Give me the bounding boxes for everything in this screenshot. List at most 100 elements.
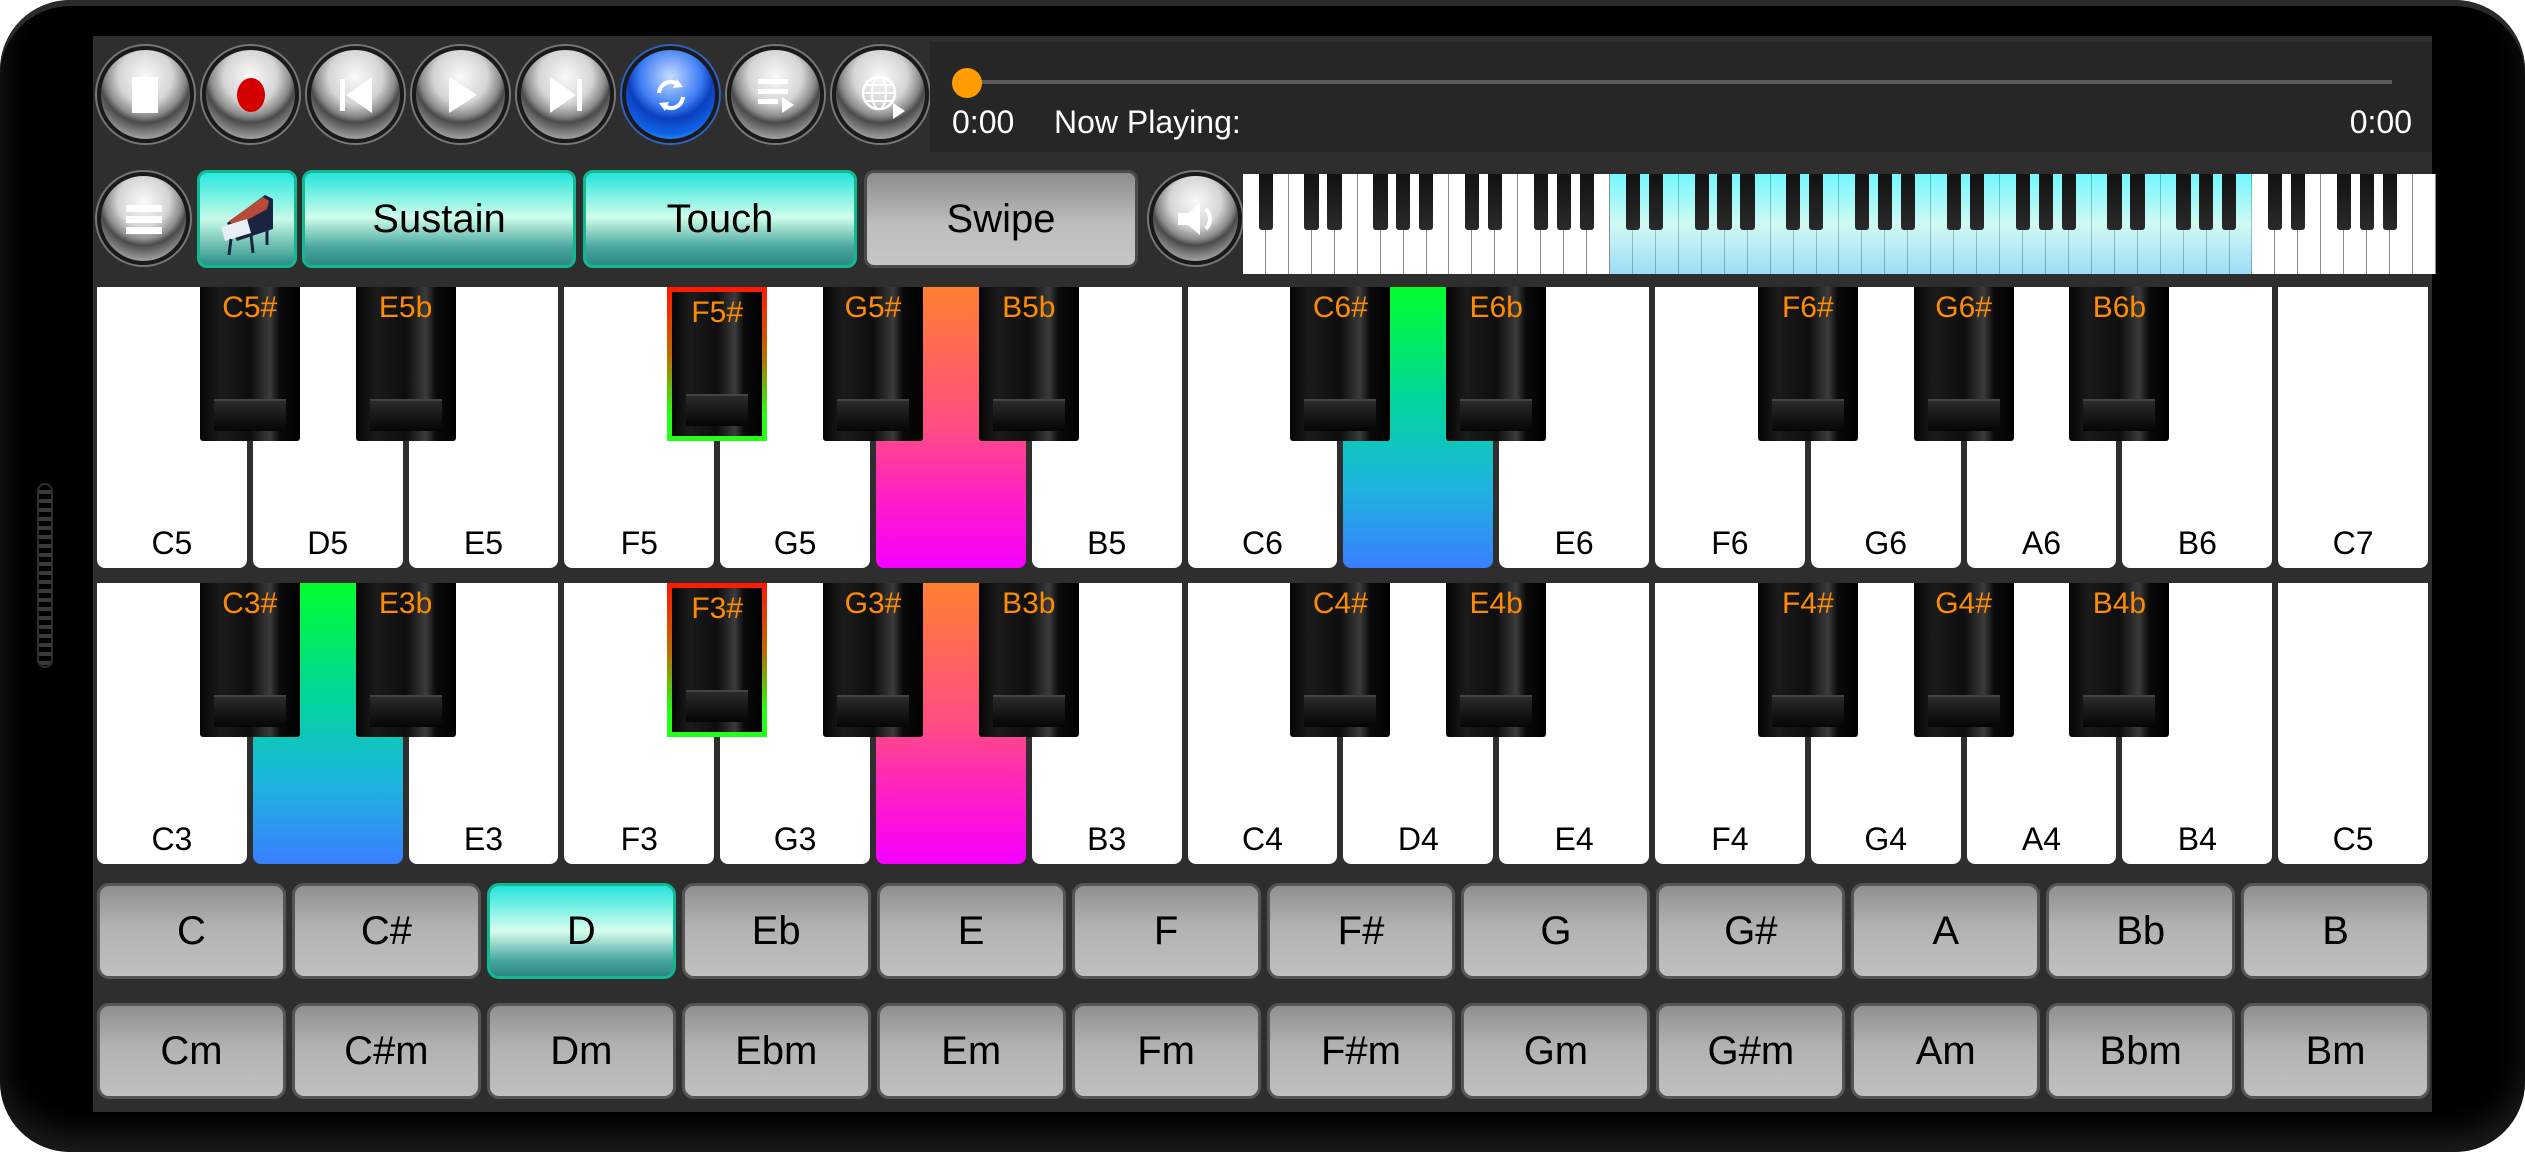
chord-button-Csharpm[interactable]: C#m — [291, 1003, 481, 1099]
key-label: B3b — [1002, 587, 1056, 620]
mini-black-key — [1946, 174, 1962, 230]
time-total: 0:00 — [2349, 104, 2412, 140]
chord-button-D[interactable]: D — [486, 883, 676, 979]
chord-button-G[interactable]: G — [1461, 883, 1651, 979]
chord-button-Ebm[interactable]: Ebm — [681, 1003, 871, 1099]
chord-button-F[interactable]: F — [1071, 883, 1261, 979]
chord-button-Gsharp[interactable]: G# — [1656, 883, 1846, 979]
progress-knob[interactable] — [952, 68, 982, 98]
touch-toggle[interactable]: Touch — [583, 170, 857, 268]
black-key-E5b[interactable]: E5b — [355, 287, 456, 441]
keyboard-upper: C5 D5 E5 F5 G5 A5 B5 C6 D6 E6 F6 G6 A6 B6 C7 C5# E5b F5# G… — [97, 287, 2428, 568]
white-key-C5[interactable]: C5 — [2278, 583, 2428, 864]
chord-button-C[interactable]: C — [97, 883, 286, 979]
black-key-B4b[interactable]: B4b — [2069, 583, 2170, 737]
key-label: G5# — [844, 291, 902, 324]
black-key-E6b[interactable]: E6b — [1446, 287, 1547, 441]
playlist-button[interactable] — [727, 46, 824, 143]
time-elapsed: 0:00 — [952, 104, 1015, 140]
chord-button-Fm[interactable]: Fm — [1071, 1003, 1261, 1099]
mini-black-key — [1419, 174, 1434, 230]
chord-button-Bbm[interactable]: Bbm — [2046, 1003, 2236, 1099]
chord-button-Gm[interactable]: Gm — [1461, 1003, 1651, 1099]
chord-button-B[interactable]: B — [2241, 883, 2431, 979]
key-label: G3 — [773, 821, 817, 857]
mini-black-key — [2222, 174, 2237, 230]
playlist-icon — [757, 78, 794, 113]
chord-button-Fsharp[interactable]: F# — [1266, 883, 1456, 979]
chord-button-Am[interactable]: Am — [1851, 1003, 2041, 1099]
key-label: E5 — [463, 525, 504, 561]
progress-track[interactable] — [960, 80, 2392, 84]
stop-button[interactable] — [97, 46, 194, 143]
key-label: G4# — [1935, 587, 1992, 620]
chord-button-Dm[interactable]: Dm — [486, 1003, 676, 1099]
chord-button-Gsharpm[interactable]: G#m — [1656, 1003, 1846, 1099]
chord-button-Eb[interactable]: Eb — [681, 883, 871, 979]
volume-button[interactable] — [1149, 172, 1242, 265]
menu-icon — [125, 204, 162, 234]
skip-forward-icon — [549, 76, 582, 113]
black-key-C5#[interactable]: C5# — [199, 287, 300, 441]
black-key-F5#[interactable]: F5# — [667, 287, 768, 441]
mini-black-key — [1327, 174, 1342, 230]
white-key-C7[interactable]: C7 — [2278, 287, 2428, 568]
instrument-button[interactable] — [197, 170, 297, 268]
chord-button-Bm[interactable]: Bm — [2241, 1003, 2431, 1099]
device-frame: 0:00 Now Playing: 0:00 Sustain Touch Swi… — [0, 0, 2525, 1152]
mini-black-key — [2061, 174, 2076, 230]
next-button[interactable] — [517, 46, 614, 143]
key-label: C6# — [1312, 291, 1368, 324]
record-button[interactable] — [202, 46, 299, 143]
black-key-E4b[interactable]: E4b — [1446, 583, 1547, 737]
swipe-toggle[interactable]: Swipe — [864, 170, 1138, 268]
black-key-B6b[interactable]: B6b — [2069, 287, 2170, 441]
keyboard-range-selector[interactable] — [1243, 174, 2436, 274]
sustain-toggle[interactable]: Sustain — [302, 170, 576, 268]
chord-button-Fsharpm[interactable]: F#m — [1266, 1003, 1456, 1099]
chord-button-A[interactable]: A — [1851, 883, 2041, 979]
black-key-E3b[interactable]: E3b — [355, 583, 456, 737]
previous-button[interactable] — [307, 46, 404, 143]
mini-black-key — [1900, 174, 1916, 230]
online-songs-button[interactable] — [832, 46, 929, 143]
black-key-F4#[interactable]: F4# — [1757, 583, 1858, 737]
mini-black-key — [1740, 174, 1755, 230]
key-label: B4b — [2092, 587, 2147, 620]
mini-black-key — [2015, 174, 2030, 230]
menu-button[interactable] — [97, 172, 190, 265]
chord-button-Cm[interactable]: Cm — [97, 1003, 286, 1099]
black-key-G6#[interactable]: G6# — [1913, 287, 2014, 441]
key-label: D4 — [1397, 821, 1439, 857]
chord-button-Bb[interactable]: Bb — [2046, 883, 2236, 979]
globe-icon — [861, 75, 905, 119]
key-label: F4# — [1781, 587, 1834, 620]
key-label: D3 — [307, 821, 349, 857]
black-key-C3#[interactable]: C3# — [199, 583, 300, 737]
chord-button-E[interactable]: E — [876, 883, 1066, 979]
key-label: F3# — [691, 592, 744, 625]
speaker-icon — [1177, 202, 1212, 235]
black-key-F6#[interactable]: F6# — [1757, 287, 1858, 441]
play-button[interactable] — [412, 46, 509, 143]
key-label: F5 — [620, 525, 658, 561]
mini-black-key — [1625, 174, 1640, 230]
mini-black-key — [1465, 174, 1480, 230]
black-key-C4#[interactable]: C4# — [1290, 583, 1391, 737]
grand-piano-icon — [221, 195, 273, 256]
mini-black-key — [1786, 174, 1801, 230]
key-label: C4 — [1242, 821, 1283, 857]
key-label: E3 — [463, 821, 504, 857]
chord-button-Csharp[interactable]: C# — [291, 883, 481, 979]
key-label: D6 — [1397, 525, 1439, 561]
black-key-C6#[interactable]: C6# — [1290, 287, 1391, 441]
black-key-G3#[interactable]: G3# — [823, 583, 923, 737]
black-key-B3b[interactable]: B3b — [978, 583, 1079, 737]
black-key-G4#[interactable]: G4# — [1913, 583, 2014, 737]
key-label: F3 — [620, 821, 658, 857]
loop-button[interactable] — [622, 46, 719, 143]
black-key-B5b[interactable]: B5b — [978, 287, 1079, 441]
chord-button-Em[interactable]: Em — [876, 1003, 1066, 1099]
black-key-F3#[interactable]: F3# — [667, 583, 768, 737]
black-key-G5#[interactable]: G5# — [823, 287, 923, 441]
